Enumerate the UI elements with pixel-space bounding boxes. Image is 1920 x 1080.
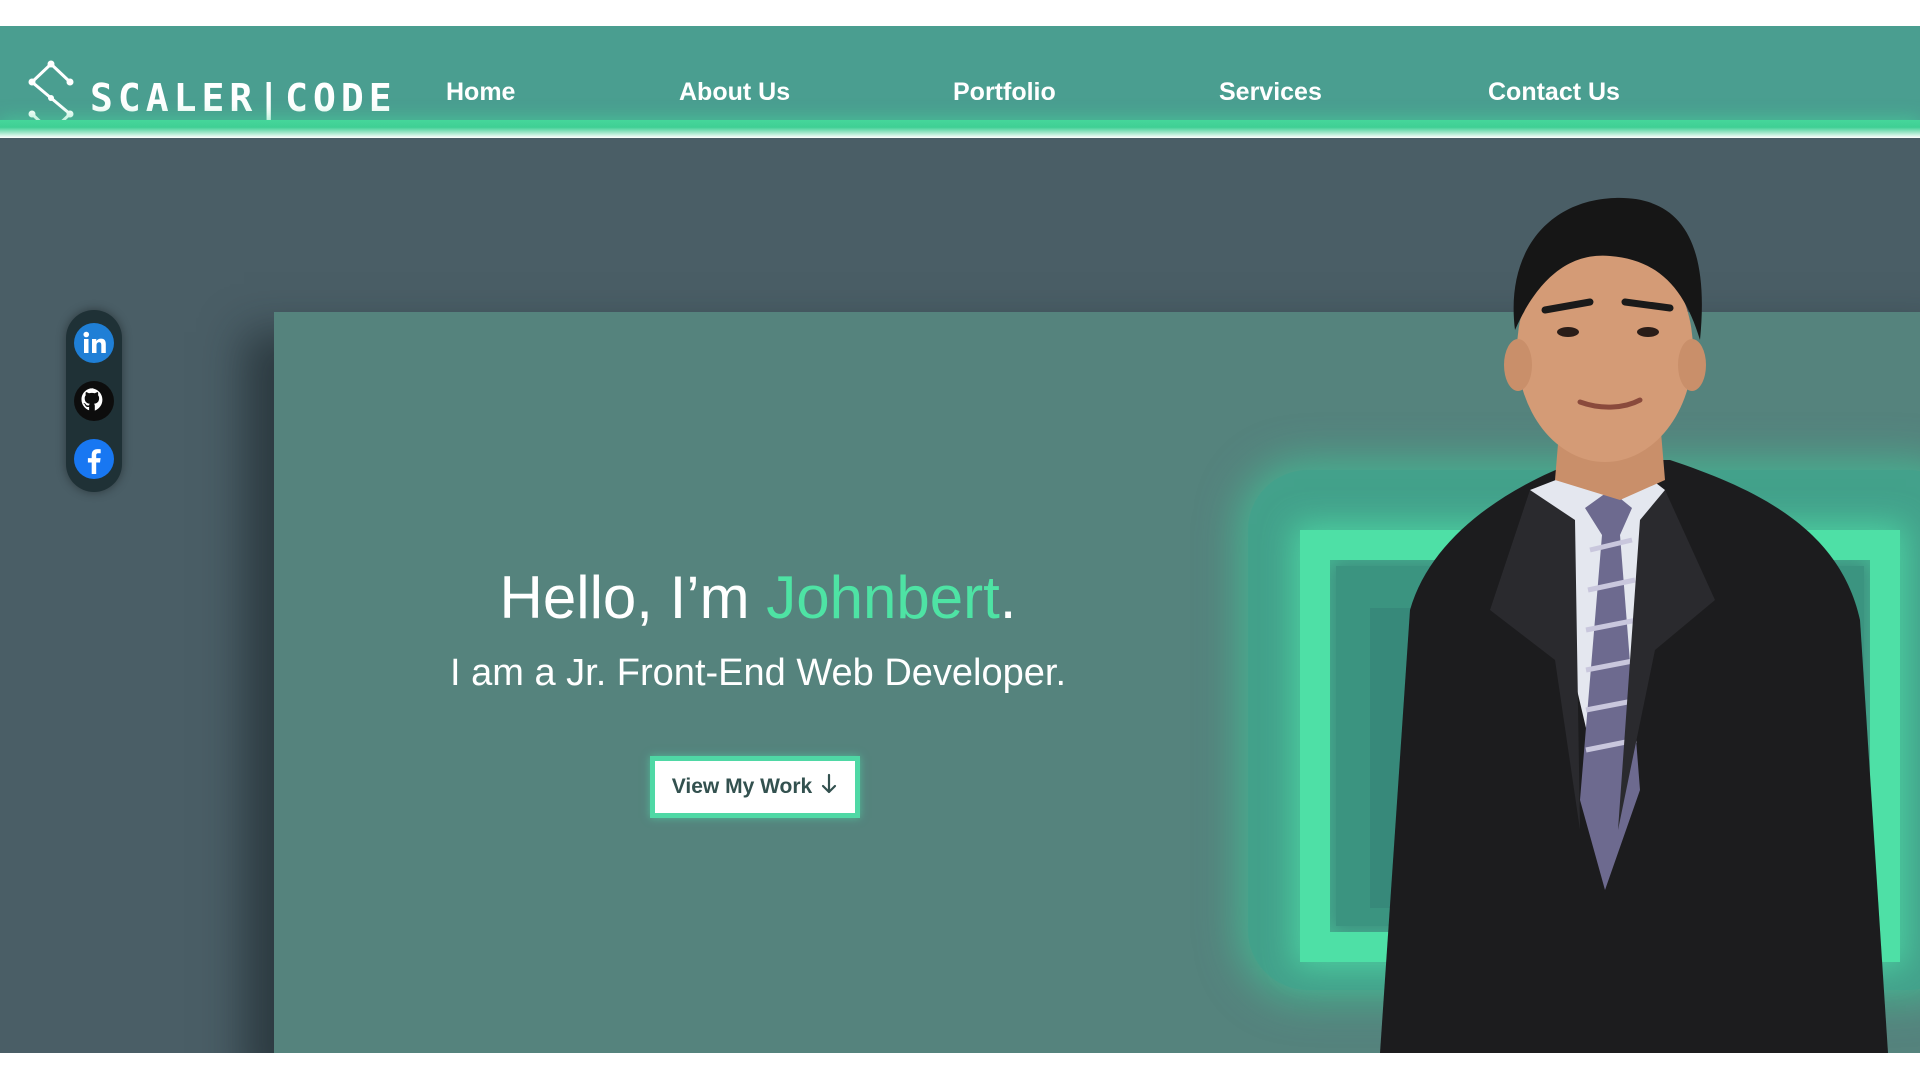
view-my-work-button[interactable]: View My Work: [650, 756, 860, 818]
greeting-prefix: Hello, I’m: [499, 564, 767, 631]
nav-about-us[interactable]: About Us: [679, 78, 790, 107]
hero-greeting: Hello, I’m Johnbert.: [0, 562, 1516, 634]
nav-portfolio[interactable]: Portfolio: [953, 78, 1056, 107]
greeting-suffix: .: [999, 564, 1017, 631]
hero-subtitle: I am a Jr. Front-End Web Developer.: [449, 652, 1066, 694]
hero-name: Johnbert: [766, 564, 1000, 631]
nav-home[interactable]: Home: [446, 78, 515, 107]
facebook-icon[interactable]: [73, 438, 115, 480]
portrait-photo: [1340, 190, 1900, 1053]
social-sidebar: [66, 310, 122, 492]
brand-name: SCALER|CODE: [90, 76, 397, 120]
linkedin-icon[interactable]: [73, 322, 115, 364]
github-icon[interactable]: [73, 380, 115, 422]
arrow-down-icon: [820, 773, 838, 801]
header-glow-divider: [0, 120, 1920, 138]
nav-contact-us[interactable]: Contact Us: [1488, 78, 1620, 107]
site-header: SCALER|CODE Home About Us Portfolio Serv…: [0, 26, 1920, 136]
cta-label: View My Work: [671, 775, 813, 798]
nav-services[interactable]: Services: [1219, 78, 1322, 107]
page-frame: SCALER|CODE Home About Us Portfolio Serv…: [0, 0, 1920, 1080]
